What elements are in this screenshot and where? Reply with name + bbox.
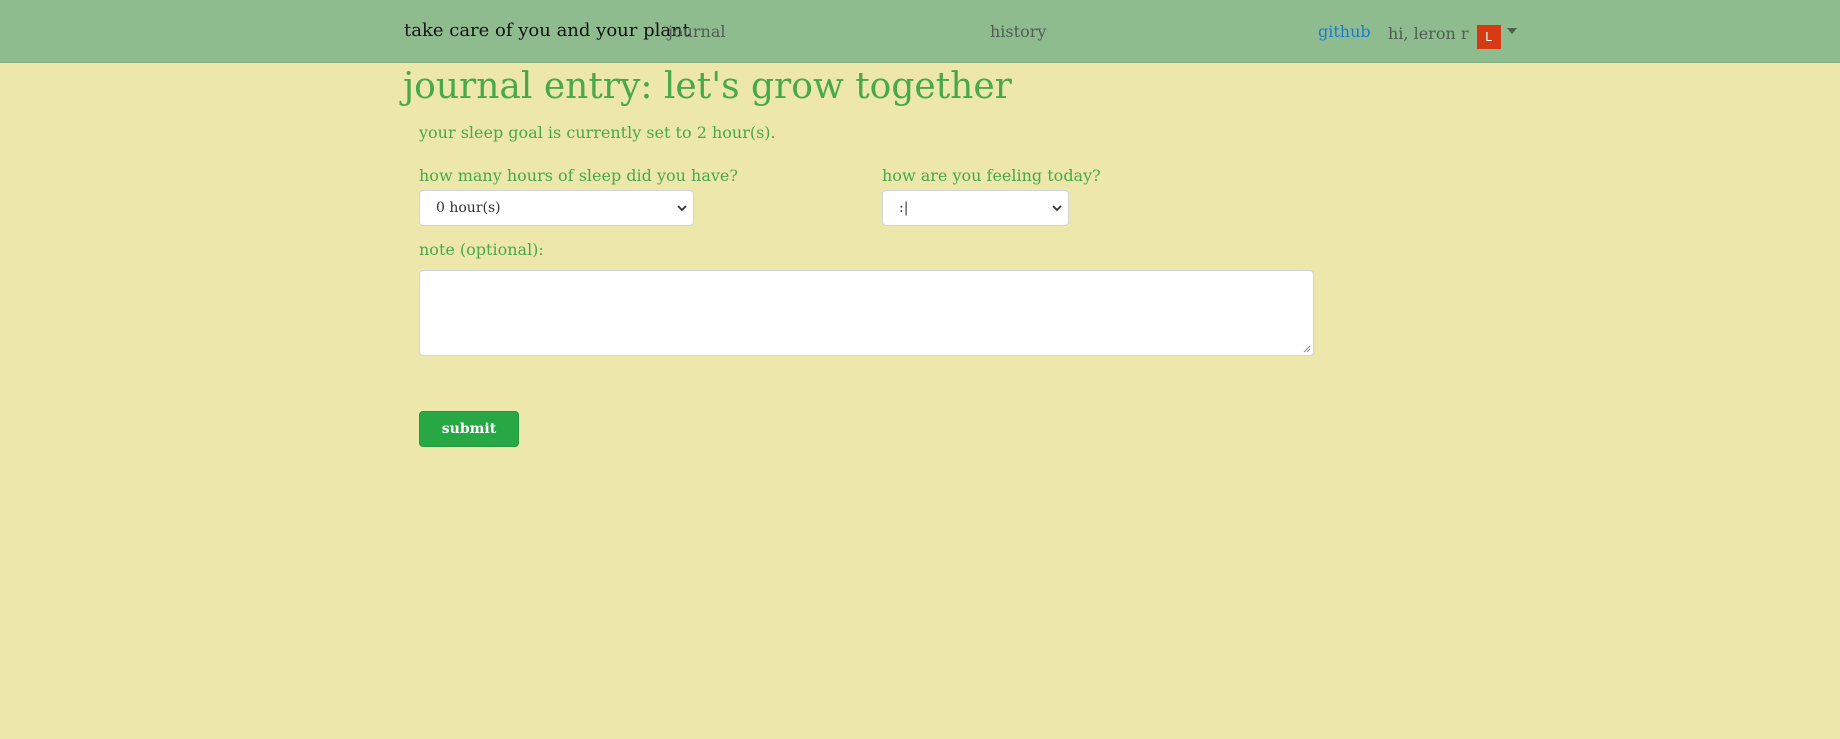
caret-down-icon [1506,28,1517,34]
feeling-label: how are you feeling today? [882,166,1101,185]
user-greeting: hi, leron r [1388,23,1469,43]
feeling-selected-value: :| [899,200,909,216]
sleep-hours-select[interactable]: 0 hour(s) [419,190,694,226]
nav-link-history[interactable]: history [990,22,1046,41]
top-navbar: take care of you and your plant journal … [0,0,1840,63]
page-title: journal entry: let's grow together [403,66,1012,107]
note-label: note (optional): [419,240,544,259]
nav-link-journal[interactable]: journal [668,22,726,41]
chevron-down-icon [1052,205,1062,212]
resize-grip-icon[interactable] [1303,345,1311,353]
avatar: L [1476,25,1501,49]
brand-link[interactable]: take care of you and your plant [404,20,690,41]
submit-button[interactable]: submit [419,411,519,447]
note-textarea[interactable] [419,270,1314,356]
sleep-hours-label: how many hours of sleep did you have? [419,166,738,185]
feeling-select[interactable]: :| [882,190,1069,226]
sleep-goal-text: your sleep goal is currently set to 2 ho… [419,123,776,142]
user-menu-dropdown[interactable]: hi, leron r L [1388,20,1517,49]
chevron-down-icon [677,205,687,212]
sleep-hours-selected-value: 0 hour(s) [436,200,501,216]
nav-link-github[interactable]: github [1318,22,1371,41]
